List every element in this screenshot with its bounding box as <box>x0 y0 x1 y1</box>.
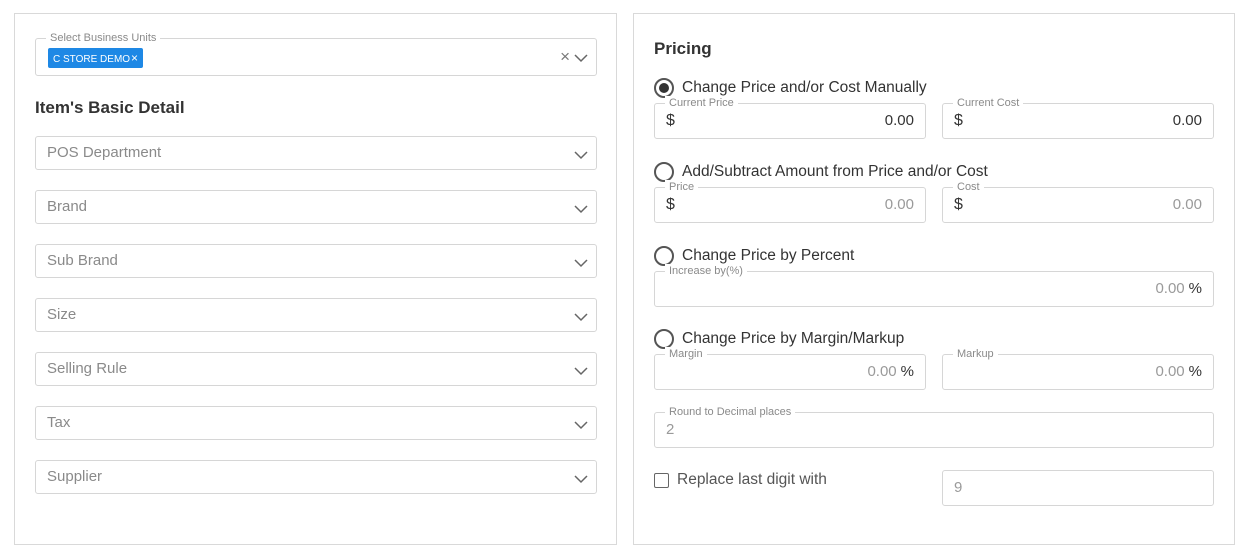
business-unit-chip: C STORE DEMO× <box>48 48 144 68</box>
cost-amount-value: 0.00 <box>1172 196 1202 213</box>
round-decimal-label: Round to Decimal places <box>665 405 796 419</box>
current-price-label: Current Price <box>665 96 738 110</box>
sub-brand-placeholder: Sub Brand <box>47 252 118 269</box>
percent-unit: % <box>900 363 914 380</box>
item-basic-detail-panel: Select Business Units C STORE DEMO× × It… <box>14 13 617 545</box>
chevron-down-icon <box>574 313 588 322</box>
chevron-down-icon <box>574 259 588 268</box>
percent-unit: % <box>1188 280 1202 297</box>
dollar-prefix: $ <box>666 112 675 129</box>
margin-input[interactable]: Margin 0.00% <box>654 347 926 390</box>
markup-label: Markup <box>953 347 998 361</box>
replace-digit-value: 9 <box>954 479 963 496</box>
increase-by-label: Increase by(%) <box>665 264 747 278</box>
brand-placeholder: Brand <box>47 198 88 215</box>
pricing-heading: Pricing <box>654 39 712 58</box>
radio-button[interactable] <box>654 329 674 349</box>
current-cost-label: Current Cost <box>953 96 1024 110</box>
radio-button[interactable] <box>654 246 674 266</box>
dollar-prefix: $ <box>666 196 675 213</box>
markup-input[interactable]: Markup 0.00% <box>942 347 1214 390</box>
radio-label: Change Price by Percent <box>682 247 855 264</box>
sub-brand-select[interactable]: Sub Brand <box>35 244 597 278</box>
selling-rule-select[interactable]: Selling Rule <box>35 352 597 386</box>
chevron-down-icon <box>574 151 588 160</box>
chevron-down-icon <box>574 421 588 430</box>
increase-value-text: 0.00 <box>1155 280 1185 297</box>
clear-selection-icon[interactable]: × <box>560 48 570 66</box>
basic-detail-heading: Item's Basic Detail <box>35 98 185 117</box>
pricing-panel: Pricing Change Price and/or Cost Manuall… <box>633 13 1235 545</box>
price-amount-input[interactable]: Price $ 0.00 <box>654 180 926 223</box>
chevron-down-icon <box>574 205 588 214</box>
dollar-prefix: $ <box>954 112 963 129</box>
increase-percent-input[interactable]: Increase by(%) 0.00% <box>654 264 1214 307</box>
chevron-down-icon <box>574 475 588 484</box>
markup-value-text: 0.00 <box>1155 363 1185 380</box>
business-unit-chip-label: C STORE DEMO <box>53 54 131 65</box>
radio-button[interactable] <box>654 162 674 182</box>
dollar-prefix: $ <box>954 196 963 213</box>
round-decimal-input[interactable]: Round to Decimal places 2 <box>654 405 1214 448</box>
chevron-down-icon <box>574 367 588 376</box>
round-decimal-value: 2 <box>666 421 675 438</box>
current-cost-value: 0.00 <box>1172 112 1202 129</box>
price-amount-value: 0.00 <box>884 196 914 213</box>
replace-digit-checkbox[interactable] <box>654 473 669 488</box>
current-price-input[interactable]: Current Price $ 0.00 <box>654 96 926 139</box>
selling-rule-placeholder: Selling Rule <box>47 360 128 377</box>
margin-value: 0.00% <box>867 355 914 389</box>
chip-remove-icon[interactable]: × <box>131 51 138 65</box>
radio-label: Change Price by Margin/Markup <box>682 330 905 347</box>
size-select[interactable]: Size <box>35 298 597 332</box>
radio-button[interactable] <box>654 78 674 98</box>
brand-select[interactable]: Brand <box>35 190 597 224</box>
margin-value-text: 0.00 <box>867 363 897 380</box>
business-units-select[interactable]: Select Business Units C STORE DEMO× × <box>35 31 597 76</box>
tax-select[interactable]: Tax <box>35 406 597 440</box>
business-units-label: Select Business Units <box>46 31 161 45</box>
chevron-down-icon[interactable] <box>574 53 588 63</box>
supplier-placeholder: Supplier <box>47 468 103 485</box>
radio-add-subtract[interactable]: Add/Subtract Amount from Price and/or Co… <box>654 161 988 183</box>
radio-label: Add/Subtract Amount from Price and/or Co… <box>682 163 988 180</box>
current-price-value: 0.00 <box>884 112 914 129</box>
markup-value: 0.00% <box>1155 355 1202 389</box>
margin-label: Margin <box>665 347 707 361</box>
replace-digit-label: Replace last digit with <box>677 471 827 488</box>
supplier-select[interactable]: Supplier <box>35 460 597 494</box>
pos-department-placeholder: POS Department <box>47 144 162 161</box>
cost-amount-input[interactable]: Cost $ 0.00 <box>942 180 1214 223</box>
radio-label: Change Price and/or Cost Manually <box>682 79 927 96</box>
current-cost-input[interactable]: Current Cost $ 0.00 <box>942 96 1214 139</box>
size-placeholder: Size <box>47 306 77 323</box>
pos-department-select[interactable]: POS Department <box>35 136 597 170</box>
percent-unit: % <box>1188 363 1202 380</box>
replace-digit-input[interactable]: 9 <box>942 470 1214 506</box>
tax-placeholder: Tax <box>47 414 71 431</box>
increase-percent-value: 0.00% <box>1155 272 1202 306</box>
